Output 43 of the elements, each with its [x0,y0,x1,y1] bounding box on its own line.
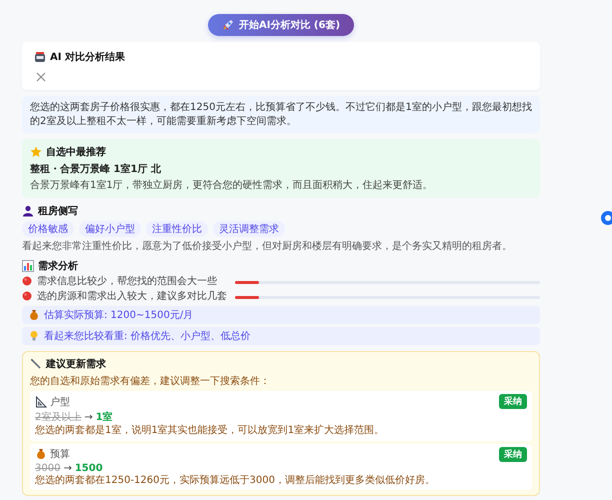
status-dot-icon [22,291,34,303]
new-value: 1室 [96,410,113,424]
suggestion-label: 预算 [50,448,70,461]
persona-tag: 价格敏感 [22,221,74,237]
note-text: 估算实际预算: 1200~1500元/月 [44,308,194,322]
arrow-text: → [63,462,72,474]
section-heading: 自选中最推荐 [46,146,106,159]
start-analysis-button[interactable]: 开始AI分析对比 (6套) [208,14,354,36]
new-value: 1500 [74,462,103,474]
adopt-button[interactable]: 采纳 [499,446,527,462]
suggestion-note: 您选的两套都在1250-1260元，实际预算远低于3000，调整后能找到更多类似低价好房。 [35,474,436,487]
money-bag-icon [28,309,40,321]
section-heading: 建议更新需求 [46,357,106,371]
adopt-button[interactable]: 采纳 [499,394,527,409]
bar-chart-icon [22,260,34,272]
persona-tag: 注重性价比 [146,221,208,237]
suggestion-label: 户型 [50,396,70,408]
star-icon [30,146,42,158]
listing-title: 整租・合景万景峰 1室1厅 北 [30,162,162,176]
arrow-text: → [84,412,93,422]
money-bag-icon [35,448,47,460]
section-heading: 需求分析 [38,260,78,273]
suggestion-intro: 您的自选和原始需求有偏差，建议调整一下搜索条件： [30,374,271,388]
pencil-icon [30,358,42,370]
section-heading: 租房侧写 [38,204,78,218]
old-value: 2室及以上 [35,410,82,424]
persona-tag: 偏好小户型 [79,221,141,237]
note-text: 看起来您比较看重: 价格优先、小户型、低总价 [44,330,251,343]
analysis-text: 选的房源和需求出入较大，建议多对比几套 [37,291,227,303]
triangle-ruler-icon [35,396,47,408]
status-dot-icon [22,276,34,288]
person-icon [22,205,34,217]
listing-description: 合景万景峰有1室1厅，带独立厨房，更符合您的硬性需求，而且面积稍大，住起来更舒适。 [30,179,434,192]
close-icon[interactable] [36,72,46,82]
rocket-icon [222,19,234,31]
persona-tag: 灵活调整需求 [213,221,285,237]
summary-text: 您选的这两套房子价格很实惠，都在1250元左右，比预算省了不少钱。不过它们都是1室的小户型，跟您最初想找的2室及以上整租不太一样，可能需要重新考虑下空间需求。 [22,96,540,133]
suggestion-note: 您选的两套都是1室，说明1室其实也能接受，可以放宽到1室来扩大选择范围。 [35,425,386,438]
card-title: AI 对比分析结果 [50,50,125,64]
analysis-text: 需求信息比较少，帮您找的范围会大一些 [37,276,217,288]
light-bulb-icon [28,330,40,342]
old-value: 3000 [35,462,60,474]
persona-description: 看起来您非常注重性价比，愿意为了低价接受小户型，但对厨房和楼层有明确要求，是个务实又精明的租房者。 [22,240,513,253]
